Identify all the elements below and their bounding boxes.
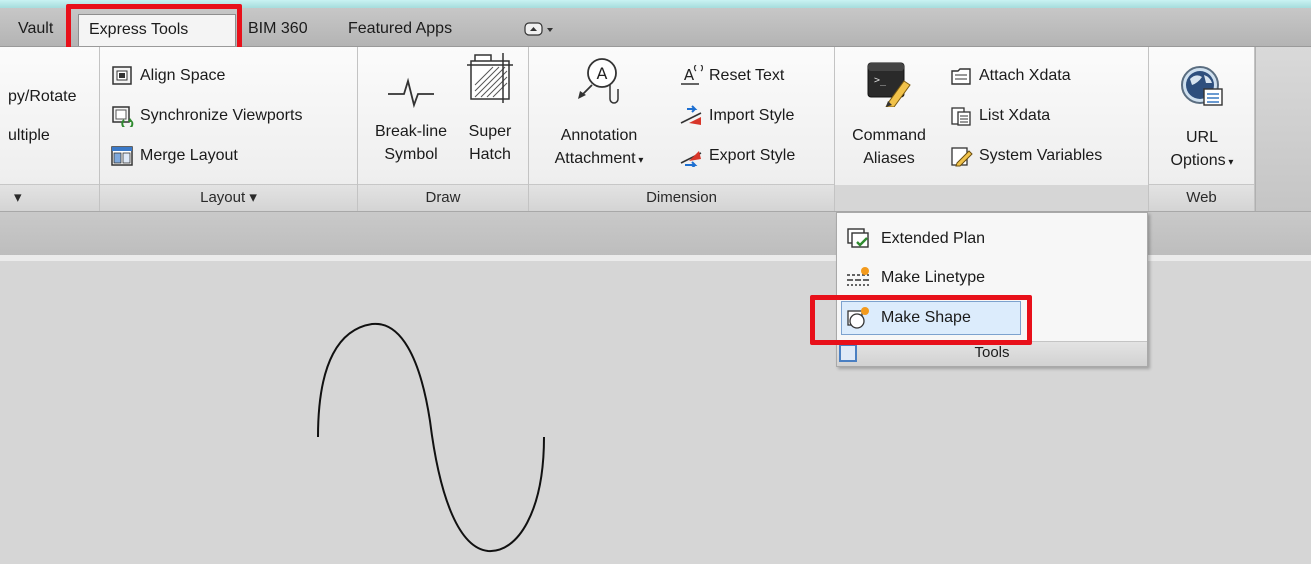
extended-plan-icon bbox=[845, 227, 871, 251]
list-xdata-button[interactable]: List Xdata bbox=[949, 103, 1050, 129]
merge-layout-icon bbox=[110, 145, 134, 167]
tools-panel-title: Tools bbox=[837, 341, 1147, 366]
command-aliases-button[interactable]: >_ Command Aliases bbox=[839, 47, 939, 185]
panel-expand-caret: ▾ bbox=[14, 189, 22, 206]
svg-text:A: A bbox=[597, 64, 608, 83]
import-style-icon bbox=[679, 105, 703, 127]
tab-vault[interactable]: Vault bbox=[8, 14, 63, 46]
panel-draw: Break-line Symbol Super Hatch Draw bbox=[358, 47, 529, 211]
make-shape-item[interactable]: Make Shape bbox=[845, 303, 971, 333]
annotation-attachment-button[interactable]: A Annotation Attachment ▾ bbox=[535, 47, 663, 185]
dropdown-caret-icon: ▾ bbox=[635, 155, 644, 166]
reset-text-button[interactable]: A Reset Text bbox=[679, 63, 784, 89]
synchronize-viewports-icon bbox=[110, 105, 134, 127]
ribbon-tab-bar: Vault Express Tools BIM 360 Featured App… bbox=[0, 8, 1311, 47]
merge-layout-button[interactable]: Merge Layout bbox=[110, 143, 238, 169]
title-strip bbox=[0, 0, 1311, 8]
ribbon-scroll-area bbox=[1255, 47, 1311, 211]
copy-rotate-button[interactable]: py/Rotate bbox=[8, 84, 76, 110]
super-hatch-button[interactable]: Super Hatch bbox=[456, 47, 524, 185]
synchronize-viewports-button[interactable]: Synchronize Viewports bbox=[110, 103, 302, 129]
reset-text-icon: A bbox=[679, 64, 703, 87]
url-options-icon bbox=[1181, 66, 1223, 106]
system-variables-icon bbox=[949, 145, 973, 167]
panel-dimension: A Annotation Attachment ▾ A Reset Text Im… bbox=[529, 47, 835, 211]
align-space-button[interactable]: Align Space bbox=[110, 63, 225, 89]
dropdown-caret-icon: ▾ bbox=[1225, 157, 1234, 168]
tools-dropdown-menu: Extended Plan Make Linetype Make Shape T… bbox=[836, 212, 1148, 367]
panel-partial-title[interactable]: ▾ bbox=[0, 184, 99, 211]
svg-text:>_: >_ bbox=[874, 75, 887, 86]
tab-featured-apps[interactable]: Featured Apps bbox=[338, 14, 462, 46]
annotation-attachment-icon: A bbox=[578, 58, 619, 104]
panel-layout-title[interactable]: Layout ▾ bbox=[100, 184, 357, 211]
extended-plan-item[interactable]: Extended Plan bbox=[845, 224, 985, 254]
panel-draw-title: Draw bbox=[358, 184, 528, 211]
system-variables-button[interactable]: System Variables bbox=[949, 143, 1102, 169]
make-linetype-item[interactable]: Make Linetype bbox=[845, 263, 985, 293]
break-line-icon bbox=[388, 77, 434, 109]
panel-layout: Align Space Synchronize Viewports Merge … bbox=[100, 47, 358, 211]
panel-web: URL Options ▾ Web bbox=[1149, 47, 1255, 211]
export-style-icon bbox=[679, 145, 703, 167]
tab-bim-360[interactable]: BIM 360 bbox=[238, 14, 318, 46]
align-space-icon bbox=[110, 65, 134, 87]
url-options-button[interactable]: URL Options ▾ bbox=[1149, 47, 1255, 185]
command-aliases-icon: >_ bbox=[867, 62, 911, 107]
svg-text:A: A bbox=[684, 66, 695, 84]
break-line-symbol-button[interactable]: Break-line Symbol bbox=[366, 47, 456, 185]
make-shape-icon bbox=[845, 306, 871, 330]
make-linetype-icon bbox=[845, 266, 871, 290]
panel-partial: py/Rotate ultiple ▾ bbox=[0, 47, 100, 211]
panel-web-title: Web bbox=[1149, 184, 1254, 211]
tab-express-tools[interactable]: Express Tools bbox=[78, 14, 236, 46]
export-style-button[interactable]: Export Style bbox=[679, 143, 795, 169]
attach-xdata-button[interactable]: Attach Xdata bbox=[949, 63, 1071, 89]
multiple-button[interactable]: ultiple bbox=[8, 123, 50, 149]
ribbon-toggle-icon bbox=[524, 22, 553, 36]
attach-xdata-icon bbox=[949, 65, 973, 87]
panel-tools: >_ Command Aliases Attach Xdata List Xda… bbox=[835, 47, 1149, 211]
pin-icon[interactable] bbox=[839, 344, 857, 362]
ribbon-options-button[interactable] bbox=[514, 14, 566, 46]
panel-dimension-title: Dimension bbox=[529, 184, 834, 211]
import-style-button[interactable]: Import Style bbox=[679, 103, 794, 129]
list-xdata-icon bbox=[949, 105, 973, 127]
super-hatch-icon bbox=[467, 53, 513, 103]
